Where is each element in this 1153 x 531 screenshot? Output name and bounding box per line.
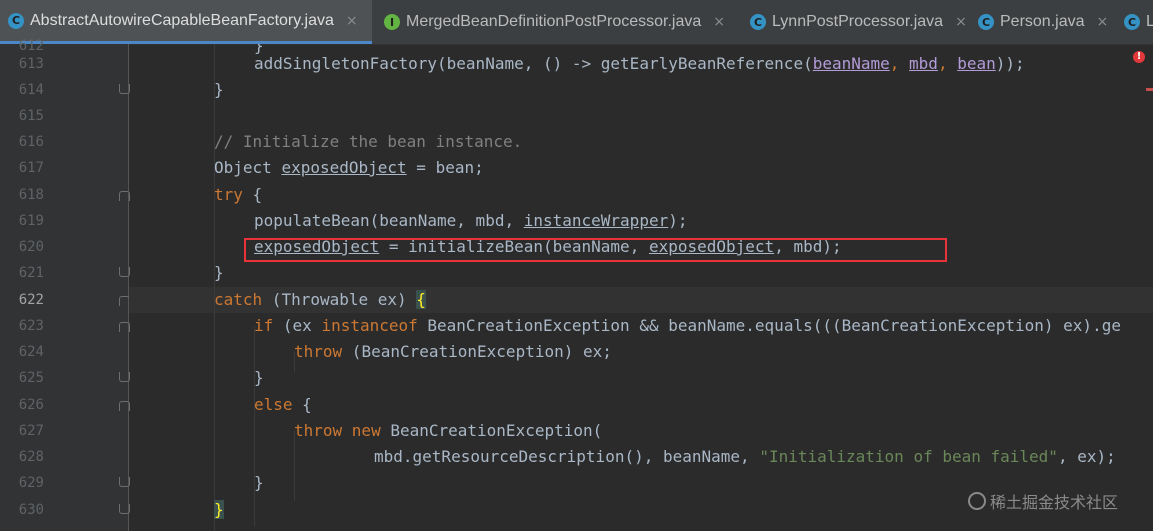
- line-number: 614: [18, 82, 44, 98]
- code-line: }: [214, 263, 224, 282]
- juejin-logo-icon: [968, 492, 986, 510]
- line-number: 624: [18, 344, 44, 360]
- class-icon: C: [750, 14, 766, 30]
- close-icon[interactable]: ×: [955, 14, 967, 30]
- code-line: }: [254, 473, 264, 492]
- line-number: 619: [18, 213, 44, 229]
- close-icon[interactable]: ×: [1097, 14, 1109, 30]
- code-line: mbd.getResourceDescription(), beanName, …: [374, 447, 1116, 466]
- code-comment: // Initialize the bean instance.: [214, 132, 523, 151]
- line-number: 630: [18, 502, 44, 518]
- line-number: 629: [18, 475, 44, 491]
- line-number: 618: [18, 187, 44, 203]
- code-line: addSingletonFactory(beanName, () -> getE…: [254, 54, 1025, 73]
- error-icon[interactable]: !: [1133, 51, 1145, 63]
- line-number: 616: [18, 134, 44, 150]
- code-line: throw new BeanCreationException(: [294, 421, 603, 440]
- scrollbar-error-marker[interactable]: [1146, 88, 1153, 91]
- watermark: 稀土掘金技术社区: [968, 489, 1118, 513]
- line-number: 620: [18, 239, 44, 255]
- annotation-highlight-box: [244, 238, 947, 262]
- line-number: 628: [18, 449, 44, 465]
- line-number: 627: [18, 423, 44, 439]
- tab-person[interactable]: C Person.java ×: [970, 0, 1120, 44]
- watermark-text: 稀土掘金技术社区: [990, 493, 1119, 512]
- code-line: }: [214, 80, 224, 99]
- tab-merged-bean-definition-post-processor[interactable]: I MergedBeanDefinitionPostProcessor.java…: [376, 0, 748, 44]
- line-number-current: 622: [18, 292, 44, 308]
- code-line: populateBean(beanName, mbd, instanceWrap…: [254, 211, 688, 230]
- tab-truncated[interactable]: C L: [1116, 0, 1153, 44]
- line-number: 621: [18, 265, 44, 281]
- line-number: 623: [18, 318, 44, 334]
- class-icon: C: [1124, 14, 1140, 30]
- tab-label: MergedBeanDefinitionPostProcessor.java: [406, 13, 702, 30]
- editor-tab-bar: C AbstractAutowireCapableBeanFactory.jav…: [0, 0, 1153, 45]
- code-editor[interactable]: } addSingletonFactory(beanName, () -> ge…: [129, 44, 1153, 531]
- class-icon: C: [978, 14, 994, 30]
- tab-label: Person.java: [1000, 13, 1085, 30]
- line-number: 617: [18, 160, 44, 176]
- interface-icon: I: [384, 14, 400, 30]
- tab-label: AbstractAutowireCapableBeanFactory.java: [30, 11, 334, 29]
- tab-abstract-autowire-capable-bean-factory[interactable]: C AbstractAutowireCapableBeanFactory.jav…: [0, 0, 372, 44]
- code-line: else {: [254, 395, 312, 414]
- code-line: throw (BeanCreationException) ex;: [294, 342, 612, 361]
- tab-label: L: [1146, 13, 1153, 31]
- line-number: 625: [18, 370, 44, 386]
- code-line: }: [254, 368, 264, 387]
- code-line: Object exposedObject = bean;: [214, 158, 484, 177]
- code-line: catch (Throwable ex) {: [214, 290, 426, 309]
- class-icon: C: [8, 12, 24, 29]
- code-line: if (ex instanceof BeanCreationException …: [254, 316, 1121, 335]
- close-icon[interactable]: ×: [713, 14, 725, 30]
- line-number: 615: [18, 108, 44, 124]
- indent-guide: [254, 326, 255, 526]
- code-line: }: [214, 500, 224, 519]
- line-number: 626: [18, 397, 44, 413]
- tab-lynn-post-processor[interactable]: C LynnPostProcessor.java ×: [742, 0, 972, 44]
- line-number: 613: [18, 56, 44, 72]
- code-line: try {: [214, 185, 263, 204]
- tab-label: LynnPostProcessor.java: [772, 13, 944, 30]
- close-icon[interactable]: ×: [346, 13, 358, 29]
